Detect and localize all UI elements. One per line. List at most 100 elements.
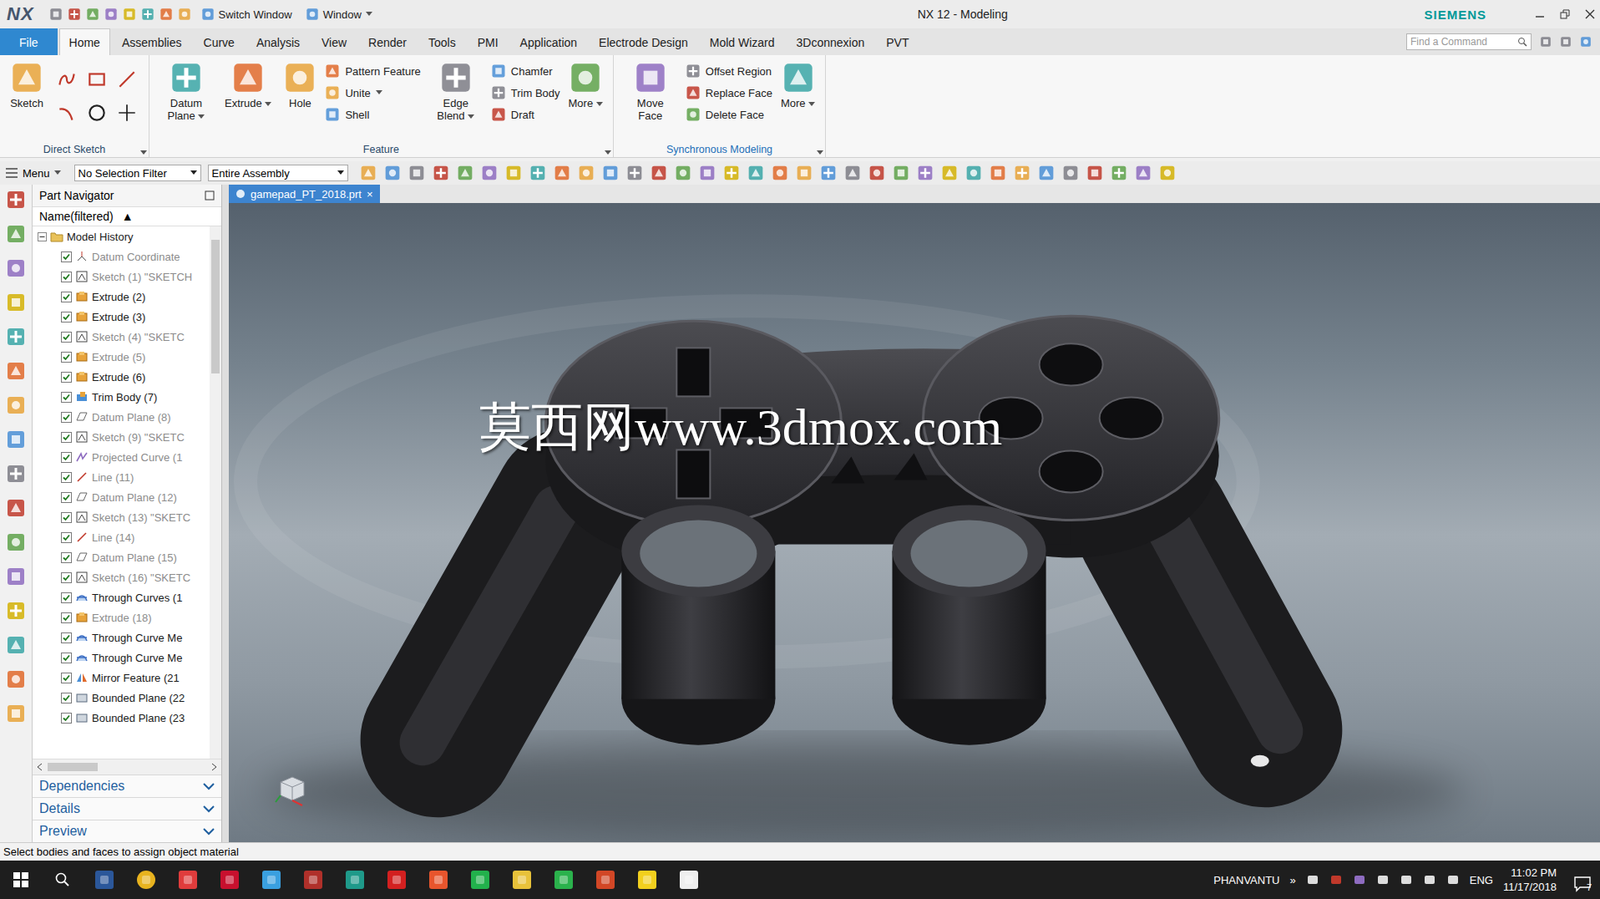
tool-icon[interactable] — [305, 7, 319, 21]
caret-icon[interactable] — [264, 101, 272, 107]
tool-icon[interactable] — [5, 600, 26, 621]
restore-icon[interactable] — [1559, 9, 1570, 20]
chevron-down-icon[interactable] — [202, 804, 215, 813]
checkbox[interactable] — [60, 491, 72, 503]
clock[interactable]: 11:02 PM11/17/2018 — [1503, 865, 1557, 894]
menu-icon[interactable] — [5, 167, 19, 179]
tool-icon[interactable] — [5, 703, 26, 724]
taskbar-app[interactable] — [334, 860, 376, 899]
column-header[interactable]: Name(filtered)▲ — [32, 206, 222, 227]
app-icon[interactable] — [469, 868, 492, 891]
tool-icon[interactable] — [781, 60, 816, 95]
tree-row[interactable]: Through Curve Me — [32, 627, 210, 648]
splitter[interactable] — [222, 184, 229, 842]
tree-row[interactable]: Sketch (1) "SKETCH — [32, 266, 210, 287]
tool-icon[interactable] — [965, 164, 983, 182]
caret-icon[interactable] — [140, 150, 147, 156]
checkbox[interactable] — [60, 632, 72, 644]
tool-icon[interactable] — [5, 258, 26, 279]
notification-button[interactable]: 7 — [1566, 866, 1592, 892]
tool-icon[interactable] — [456, 164, 474, 182]
tool-icon[interactable] — [5, 566, 26, 587]
ribbon-tab[interactable]: PVT — [875, 28, 919, 56]
taskbar-app[interactable] — [292, 860, 335, 899]
tray-icon[interactable] — [1446, 872, 1460, 887]
ribbon-tab[interactable]: Curve — [193, 28, 245, 56]
checkbox[interactable] — [60, 351, 72, 363]
tree-row[interactable]: Extrude (3) — [32, 306, 210, 327]
tool-icon[interactable] — [685, 85, 701, 101]
caret-icon[interactable] — [197, 114, 205, 120]
tool-icon[interactable] — [283, 60, 317, 95]
selection-scope[interactable]: Entire Assembly — [207, 164, 349, 182]
checkbox[interactable] — [60, 612, 72, 623]
taskbar-app[interactable] — [83, 860, 126, 899]
caret-icon[interactable] — [604, 150, 612, 156]
tree-row[interactable]: Line (11) — [32, 466, 210, 487]
taskbar-app[interactable] — [501, 860, 543, 899]
taskbar-app[interactable] — [125, 860, 168, 899]
tree-root[interactable]: Model History — [32, 226, 210, 247]
tool-icon[interactable] — [892, 164, 910, 182]
tool-icon[interactable] — [1086, 164, 1104, 182]
tool-icon[interactable] — [1134, 164, 1152, 182]
tool-icon[interactable] — [577, 164, 595, 182]
checkbox[interactable] — [60, 652, 72, 664]
taskbar-app[interactable] — [375, 860, 418, 899]
ribbon-small-button[interactable]: Pattern Feature — [324, 60, 421, 82]
scroll-right-icon[interactable] — [211, 762, 218, 771]
tool-icon[interactable] — [568, 60, 603, 95]
app-icon[interactable] — [385, 868, 408, 891]
ribbon-small-button[interactable]: Draft — [491, 104, 561, 125]
command-search[interactable]: Find a Command — [1406, 33, 1532, 51]
caret-icon[interactable] — [54, 170, 61, 176]
expand-icon[interactable] — [37, 232, 47, 242]
app-icon[interactable] — [260, 868, 283, 891]
ribbon-large-button[interactable]: Hole — [279, 59, 320, 112]
tool-icon[interactable] — [86, 7, 100, 21]
tool-icon[interactable] — [795, 164, 813, 182]
minimize-icon[interactable] — [1534, 9, 1545, 20]
tool-icon[interactable] — [602, 164, 619, 182]
sketch-tool-icon[interactable] — [86, 101, 108, 124]
taskbar-app[interactable] — [626, 860, 669, 899]
tool-icon[interactable] — [650, 164, 668, 182]
ribbon-tab[interactable]: Mold Wizard — [699, 28, 785, 56]
tool-icon[interactable] — [491, 106, 507, 122]
tool-icon[interactable] — [723, 164, 740, 182]
checkbox[interactable] — [60, 672, 72, 684]
tool-icon[interactable] — [505, 164, 522, 182]
tool-icon[interactable] — [49, 7, 63, 21]
taskbar-app[interactable] — [208, 860, 251, 899]
caret-icon[interactable] — [808, 101, 816, 107]
app-icon[interactable] — [427, 868, 450, 891]
navigator-section[interactable]: Details — [32, 796, 222, 820]
ribbon-small-button[interactable]: Offset Region — [685, 60, 773, 82]
sketch-tool-icon[interactable] — [55, 101, 78, 124]
app-icon[interactable] — [93, 868, 116, 891]
window-menu-button[interactable]: Window — [302, 5, 376, 23]
tool-icon[interactable] — [5, 429, 26, 450]
tray-icon[interactable] — [1376, 872, 1390, 887]
taskbar-app[interactable] — [167, 860, 209, 899]
sketch-tool-icon[interactable] — [116, 101, 138, 124]
tool-icon[interactable] — [439, 60, 473, 95]
tool-icon[interactable] — [989, 164, 1007, 182]
app-icon[interactable] — [636, 868, 659, 891]
tool-icon[interactable] — [5, 223, 26, 244]
tool-icon[interactable] — [177, 7, 192, 21]
app-icon[interactable] — [511, 868, 533, 891]
scroll-left-icon[interactable] — [35, 762, 43, 771]
checkbox[interactable] — [60, 391, 72, 403]
checkbox[interactable] — [60, 371, 72, 383]
tool-icon[interactable] — [5, 463, 26, 484]
tool-icon[interactable] — [159, 7, 173, 21]
navigator-section[interactable]: Preview — [32, 819, 222, 842]
checkbox[interactable] — [60, 271, 72, 283]
tree-row[interactable]: Line (14) — [32, 526, 210, 547]
chevron-down-icon[interactable] — [202, 826, 215, 836]
view-triad-icon[interactable] — [272, 768, 313, 809]
ribbon-small-button[interactable]: Replace Face — [685, 82, 773, 103]
caret-icon[interactable] — [816, 150, 824, 156]
caret-icon[interactable] — [596, 101, 603, 107]
